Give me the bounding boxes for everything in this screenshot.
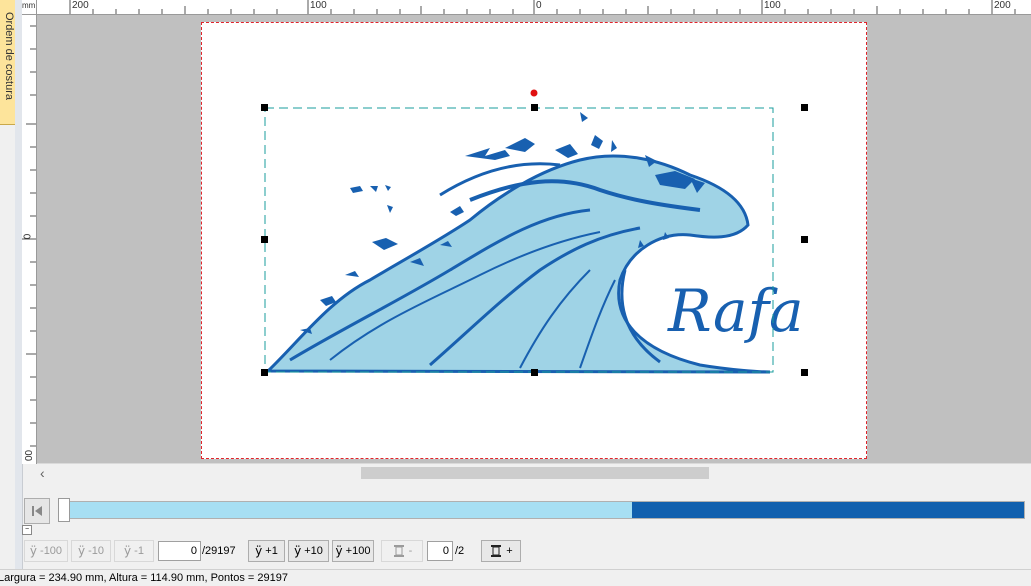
left-ruler-label-2: 00 [22,449,34,462]
left-ruler-label-1: 0 [20,233,32,240]
forward-1-label: +1 [265,545,278,557]
top-ruler-label-3: 0 [536,0,542,11]
top-ruler-label-4: 100 [764,0,781,11]
left-ruler: 0 00 [20,14,37,464]
needle-icon: ÿ [335,544,343,558]
back-10-button[interactable]: ÿ -10 [71,540,111,562]
handle-right[interactable] [801,236,808,243]
needle-icon: ÿ [294,544,302,558]
handle-top[interactable] [531,104,538,111]
skip-start-icon [32,506,42,516]
status-bar: Largura = 234.90 mm, Altura = 114.90 mm,… [0,569,1031,586]
needle-icon: ÿ [77,544,86,558]
design-canvas[interactable]: Rafa [37,15,1031,463]
design-text: Rafa [667,277,804,345]
collapse-button[interactable]: − [22,525,32,535]
handle-bottom-left[interactable] [261,369,268,376]
top-ruler: 200 100 0 100 200 [22,0,1031,15]
embroidery-design[interactable]: Rafa [37,15,1031,463]
ruler-corner: mm [22,0,37,15]
forward-10-label: +10 [304,545,323,557]
handle-bottom-right[interactable] [801,369,808,376]
top-ruler-label-1: 200 [72,0,89,11]
back-100-label: -100 [40,545,63,557]
sewing-order-tab-label: Ordem de costura [3,11,15,101]
top-ruler-ticks [69,0,1016,14]
thread-spool-icon [491,545,502,557]
scrollbar-thumb[interactable] [361,467,709,479]
back-100-button[interactable]: ÿ -100 [24,540,68,562]
color-position-input[interactable]: 0 [427,541,453,561]
handle-bottom[interactable] [531,369,538,376]
forward-100-label: +100 [345,545,371,557]
go-to-start-button[interactable] [24,498,50,524]
needle-icon: ÿ [29,544,38,558]
needle-icon: ÿ [124,544,132,558]
forward-100-button[interactable]: ÿ +100 [332,540,374,562]
ruler-unit: mm [22,1,36,10]
next-color-button[interactable]: + [481,540,521,562]
back-10-label: -10 [88,545,104,557]
previous-color-label: - [408,545,413,557]
handle-left[interactable] [261,236,268,243]
sewing-order-tab[interactable]: Ordem de costura [0,0,16,125]
rotate-handle[interactable] [530,89,538,97]
handle-top-right[interactable] [801,104,808,111]
needle-icon: ÿ [255,544,263,558]
status-text: Largura = 234.90 mm, Altura = 114.90 mm,… [0,572,288,584]
stitch-position-input[interactable]: 0 [158,541,201,561]
top-ruler-label-2: 100 [310,0,327,11]
stitch-progress-fill [67,502,632,518]
top-ruler-label-5: 200 [994,0,1011,11]
stitch-progress-track[interactable] [66,501,1025,519]
next-color-label: + [506,545,513,557]
previous-color-button[interactable]: - [381,540,423,562]
back-1-button[interactable]: ÿ -1 [114,540,154,562]
forward-1-button[interactable]: ÿ +1 [248,540,285,562]
handle-top-left[interactable] [261,104,268,111]
color-total-label: /2 [455,545,465,557]
back-1-label: -1 [134,545,144,557]
scroll-left-icon[interactable]: ‹ [40,465,45,481]
forward-10-button[interactable]: ÿ +10 [288,540,329,562]
horizontal-scrollbar[interactable]: ‹ [37,463,1031,482]
thread-spool-icon [393,545,404,557]
stitch-total-label: /29197 [202,545,236,557]
stitch-slider-thumb[interactable] [58,498,70,522]
